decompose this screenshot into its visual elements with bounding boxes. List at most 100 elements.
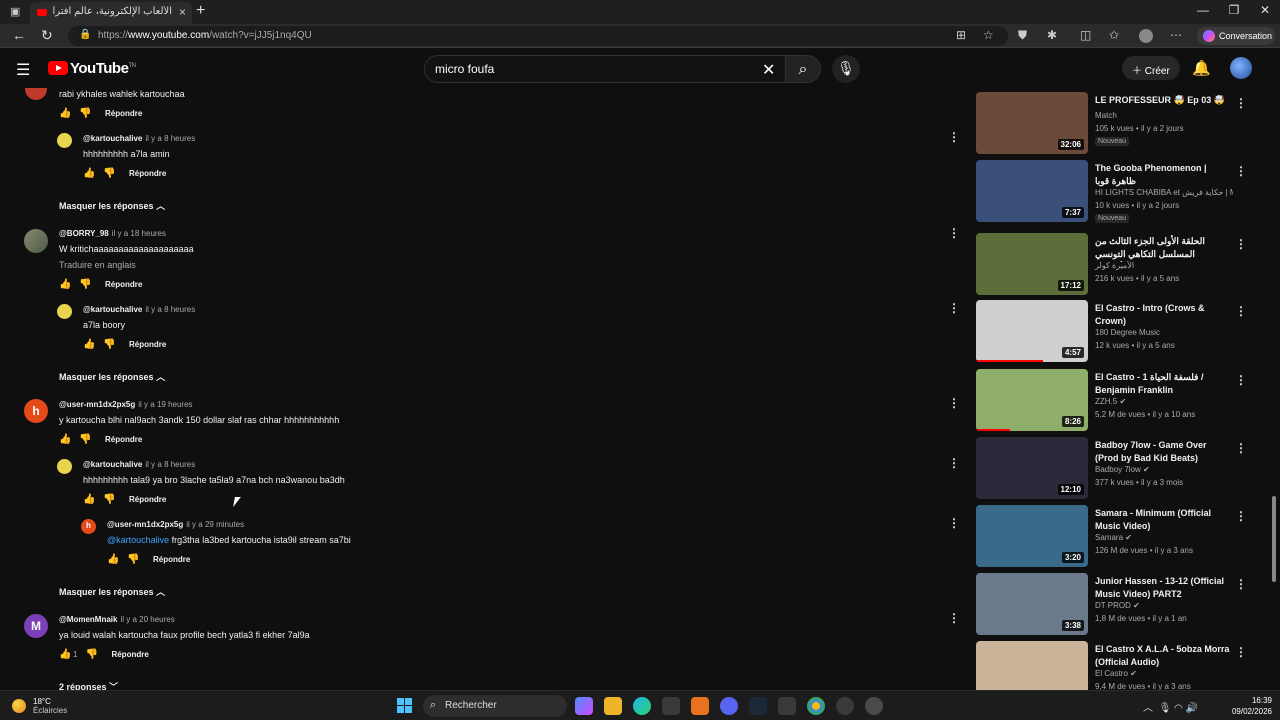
comment-handle[interactable]: @kartouchalive	[83, 460, 142, 469]
more-icon[interactable]: ⋯	[1170, 28, 1182, 42]
url-field[interactable]: 🔒 https://www.youtube.com/watch?v=jJJ5j1…	[68, 26, 1008, 46]
video-title[interactable]: Junior Hassen - 13-12 (Official Music Vi…	[1095, 575, 1230, 601]
windows-start-icon[interactable]	[397, 698, 413, 714]
video-channel-name[interactable]: DT PROD	[1095, 601, 1131, 610]
video-channel[interactable]: DT PROD ✔	[1095, 601, 1140, 610]
split-screen-icon[interactable]: ◫	[1080, 28, 1091, 42]
reply-button[interactable]: Répondre	[105, 280, 142, 289]
comment-time[interactable]: il y a 8 heures	[145, 305, 195, 314]
comment-time[interactable]: il y a 18 heures	[112, 229, 166, 238]
like-icon[interactable]: 👍	[59, 649, 71, 660]
video-title[interactable]: The Gooba Phenomenon | ظاهرة قوبا	[1095, 162, 1230, 188]
reply-button[interactable]: Répondre	[153, 555, 190, 564]
copilot-app-icon[interactable]	[575, 697, 593, 715]
video-thumbnail[interactable]: 17:12	[976, 233, 1088, 295]
hamburger-menu-icon[interactable]: ☰	[16, 60, 30, 80]
comment-author[interactable]: @MomenMnaik il y a 20 heures	[59, 615, 175, 624]
reload-icon[interactable]: ↻	[41, 27, 53, 44]
new-tab-icon[interactable]: +	[196, 2, 205, 20]
video-channel[interactable]: 180 Degree Music	[1095, 328, 1160, 337]
comment-menu-icon[interactable]: ⋮	[948, 396, 960, 410]
avatar[interactable]: h	[81, 519, 96, 534]
edge-browser-icon[interactable]	[633, 697, 651, 715]
hide-replies-button[interactable]: Masquer les réponses ︿	[59, 199, 165, 212]
comment-time[interactable]: il y a 19 heures	[138, 400, 192, 409]
video-title[interactable]: El Castro X A.L.A - 5obza Morra (Officia…	[1095, 643, 1230, 669]
video-channel-name[interactable]: Samara	[1095, 533, 1123, 542]
show-replies-button[interactable]: 2 réponses ﹀	[59, 680, 118, 690]
dislike-icon[interactable]: 👎	[85, 649, 97, 660]
reply-button[interactable]: Répondre	[129, 495, 166, 504]
video-thumbnail[interactable]: 3:38	[976, 573, 1088, 635]
copilot-conversation-button[interactable]: Conversation	[1197, 27, 1275, 45]
avatar[interactable]: M	[24, 614, 48, 638]
video-card[interactable]: 8:26 El Castro - 1 فلسفة الحياة / Benjam…	[976, 369, 1266, 431]
like-icon[interactable]: 👍	[59, 108, 71, 119]
comment-author[interactable]: @kartouchalive il y a 8 heures	[83, 460, 195, 469]
video-menu-icon[interactable]: ⋮	[1235, 96, 1247, 110]
dislike-icon[interactable]: 👎	[79, 434, 91, 445]
video-channel[interactable]: Match	[1095, 111, 1117, 120]
video-card[interactable]: El Castro X A.L.A - 5obza Morra (Officia…	[976, 641, 1266, 690]
reply-button[interactable]: Répondre	[129, 340, 166, 349]
browser-tab[interactable]: الألعاب الإلكترونية، عالم افتراضي يح ×	[30, 2, 192, 24]
video-card[interactable]: 12:10 Badboy 7low - Game Over (Prod by B…	[976, 437, 1266, 499]
comment-handle[interactable]: @BORRY_98	[59, 229, 109, 238]
clear-search-icon[interactable]: ✕	[762, 60, 775, 80]
comment-time[interactable]: il y a 8 heures	[145, 134, 195, 143]
create-button[interactable]: ＋ Créer	[1122, 56, 1180, 80]
voice-search-button[interactable]: 🎙	[832, 55, 860, 83]
weather-widget[interactable]: 18°C Éclaircies	[12, 696, 72, 716]
shield-extension-icon[interactable]: ⛊	[1018, 28, 1027, 43]
app-available-icon[interactable]: ⊞	[956, 28, 966, 42]
video-title[interactable]: LE PROFESSEUR 🤯 Ep 03 🤯	[1095, 94, 1230, 107]
app-icon[interactable]	[836, 697, 854, 715]
video-channel[interactable]: El Castro ✔	[1095, 669, 1137, 678]
scrollbar-thumb[interactable]	[1272, 496, 1276, 582]
video-channel-name[interactable]: ZZH.5	[1095, 397, 1117, 406]
video-card[interactable]: 32:06 LE PROFESSEUR 🤯 Ep 03 🤯 Match 105 …	[976, 92, 1266, 154]
minimize-icon[interactable]: —	[1188, 3, 1218, 17]
favorites-icon[interactable]: ✩	[1109, 28, 1119, 42]
chrome-icon[interactable]	[807, 697, 825, 715]
tab-actions-icon[interactable]: ▣	[10, 5, 20, 18]
video-menu-icon[interactable]: ⋮	[1235, 645, 1247, 659]
avatar[interactable]: h	[24, 399, 48, 423]
avatar[interactable]	[25, 88, 47, 100]
avatar[interactable]	[57, 304, 72, 319]
video-channel-name[interactable]: El Castro	[1095, 669, 1128, 678]
settings-gear-icon[interactable]	[865, 697, 883, 715]
video-card[interactable]: 3:38 Junior Hassen - 13-12 (Official Mus…	[976, 573, 1266, 635]
video-channel-name[interactable]: Badboy 7low	[1095, 465, 1141, 474]
hide-replies-button[interactable]: Masquer les réponses ︿	[59, 585, 165, 598]
comment-menu-icon[interactable]: ⋮	[948, 130, 960, 144]
reply-button[interactable]: Répondre	[129, 169, 166, 178]
video-thumbnail[interactable]: 12:10	[976, 437, 1088, 499]
favorite-star-icon[interactable]: ☆	[983, 28, 994, 42]
video-menu-icon[interactable]: ⋮	[1235, 509, 1247, 523]
video-thumbnail[interactable]: 32:06	[976, 92, 1088, 154]
tab-close-icon[interactable]: ×	[179, 5, 186, 19]
comment-menu-icon[interactable]: ⋮	[948, 516, 960, 530]
file-explorer-icon[interactable]	[604, 697, 622, 715]
comment-handle[interactable]: @MomenMnaik	[59, 615, 117, 624]
comment-handle[interactable]: @user-mn1dx2px5g	[107, 520, 183, 529]
video-card[interactable]: 3:20 Samara - Minimum (Official Music Vi…	[976, 505, 1266, 567]
video-channel[interactable]: الأميرة كولر	[1095, 261, 1134, 270]
video-thumbnail[interactable]: 3:20	[976, 505, 1088, 567]
reply-button[interactable]: Répondre	[105, 109, 142, 118]
comment-author[interactable]: @kartouchalive il y a 8 heures	[83, 134, 195, 143]
like-icon[interactable]: 👍	[59, 279, 71, 290]
mention-link[interactable]: @kartouchalive	[107, 535, 169, 545]
account-avatar[interactable]	[1230, 57, 1252, 79]
comment-handle[interactable]: @kartouchalive	[83, 305, 142, 314]
hide-replies-button[interactable]: Masquer les réponses ︿	[59, 370, 165, 383]
video-thumbnail[interactable]: 4:57	[976, 300, 1088, 362]
video-menu-icon[interactable]: ⋮	[1235, 441, 1247, 455]
restore-icon[interactable]: ❐	[1219, 3, 1249, 17]
video-card[interactable]: 17:12 الحلقة الأولى الجزء الثالث من المس…	[976, 233, 1266, 295]
chevron-up-icon[interactable]: ︿	[1143, 703, 1153, 714]
like-icon[interactable]: 👍	[59, 434, 71, 445]
app-icon[interactable]	[691, 697, 709, 715]
video-card[interactable]: 7:37 The Gooba Phenomenon | ظاهرة قوبا H…	[976, 160, 1266, 223]
